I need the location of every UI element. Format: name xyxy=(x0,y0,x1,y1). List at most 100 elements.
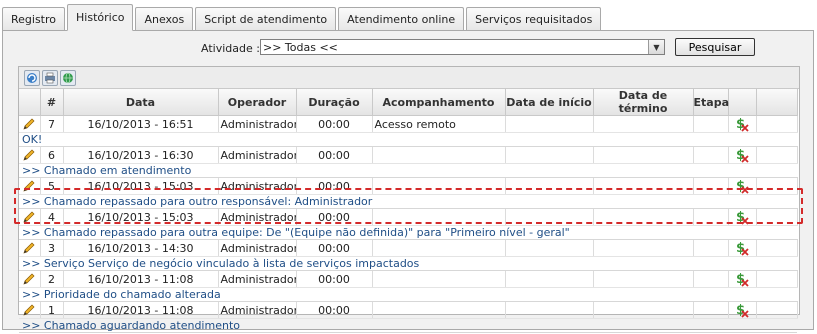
row-end-date xyxy=(593,301,694,319)
row-extra xyxy=(756,239,798,257)
row-note: >> Chamado aguardando atendimento xyxy=(19,318,797,333)
history-panel: Atividade : >> Todas << ▼ Pesquisar # Da… xyxy=(2,30,814,333)
edit-pencil-icon[interactable] xyxy=(19,270,41,288)
tab-atendimento-online[interactable]: Atendimento online xyxy=(338,7,465,31)
cost-delete-icon[interactable]: $ xyxy=(728,239,757,257)
row-followup xyxy=(372,301,506,319)
row-note-text: OK! xyxy=(19,132,797,147)
row-followup xyxy=(372,239,506,257)
row-start-date xyxy=(505,239,594,257)
edit-pencil-icon[interactable] xyxy=(19,177,41,195)
column-header[interactable] xyxy=(756,89,798,116)
table-row[interactable]: 3 16/10/2013 - 14:30 Administrador 00:00 $ xyxy=(19,239,798,257)
table-row[interactable]: 5 16/10/2013 - 15:03 Administrador 00:00 $ xyxy=(19,177,798,195)
row-start-date xyxy=(505,146,594,164)
row-note-text: >> Chamado em atendimento xyxy=(19,163,797,178)
row-stage xyxy=(693,239,729,257)
activity-label: Atividade : xyxy=(201,42,260,55)
cost-delete-icon[interactable]: $ xyxy=(728,208,757,226)
row-followup xyxy=(372,208,506,226)
refresh-icon[interactable] xyxy=(24,69,40,86)
edit-pencil-icon[interactable] xyxy=(19,115,41,133)
row-extra xyxy=(756,301,798,319)
cost-delete-icon[interactable]: $ xyxy=(728,177,757,195)
edit-pencil-icon[interactable] xyxy=(19,146,41,164)
cost-delete-icon[interactable]: $ xyxy=(728,301,757,319)
cost-delete-icon[interactable]: $ xyxy=(728,146,757,164)
row-note: OK! xyxy=(19,132,797,147)
row-date: 16/10/2013 - 11:08 xyxy=(63,301,219,319)
row-note: >> Chamado repassado para outra equipe: … xyxy=(19,225,797,240)
chevron-down-icon[interactable]: ▼ xyxy=(648,40,664,54)
table-row[interactable]: 1 16/10/2013 - 11:08 Administrador 00:00 $ xyxy=(19,301,798,319)
column-header[interactable] xyxy=(728,89,757,116)
row-stage xyxy=(693,177,729,195)
row-duration: 00:00 xyxy=(296,177,373,195)
row-note-text: >> Chamado repassado para outra equipe: … xyxy=(19,225,797,240)
row-extra xyxy=(756,270,798,288)
globe-icon[interactable] xyxy=(60,69,76,86)
row-date: 16/10/2013 - 11:08 xyxy=(63,270,219,288)
row-end-date xyxy=(593,208,694,226)
row-end-date xyxy=(593,146,694,164)
column-header[interactable]: Duração xyxy=(296,89,373,116)
row-number: 7 xyxy=(40,115,64,133)
print-icon[interactable] xyxy=(42,69,58,86)
table-row[interactable]: 4 16/10/2013 - 15:03 Administrador 00:00 $ xyxy=(19,208,798,226)
activity-select[interactable]: >> Todas << ▼ xyxy=(260,39,665,55)
row-date: 16/10/2013 - 14:30 xyxy=(63,239,219,257)
row-duration: 00:00 xyxy=(296,115,373,133)
tab-anexos[interactable]: Anexos xyxy=(135,7,194,31)
column-header[interactable]: # xyxy=(40,89,64,116)
row-stage xyxy=(693,146,729,164)
column-header[interactable]: Etapa xyxy=(693,89,729,116)
column-header[interactable]: Acompanhamento xyxy=(372,89,506,116)
row-followup xyxy=(372,146,506,164)
search-button[interactable]: Pesquisar xyxy=(675,38,755,56)
activity-select-value: >> Todas << xyxy=(263,40,338,54)
row-operator: Administrador xyxy=(218,208,297,226)
row-operator: Administrador xyxy=(218,115,297,133)
row-note-text: >> Chamado repassado para outro responsá… xyxy=(19,194,797,209)
column-header[interactable]: Data de término xyxy=(593,89,694,116)
row-duration: 00:00 xyxy=(296,239,373,257)
row-number: 1 xyxy=(40,301,64,319)
edit-pencil-icon[interactable] xyxy=(19,239,41,257)
table-row[interactable]: 2 16/10/2013 - 11:08 Administrador 00:00 $ xyxy=(19,270,798,288)
row-date: 16/10/2013 - 16:51 xyxy=(63,115,219,133)
row-start-date xyxy=(505,177,594,195)
row-extra xyxy=(756,115,798,133)
row-duration: 00:00 xyxy=(296,146,373,164)
row-stage xyxy=(693,301,729,319)
row-number: 6 xyxy=(40,146,64,164)
row-followup xyxy=(372,177,506,195)
row-duration: 00:00 xyxy=(296,208,373,226)
edit-pencil-icon[interactable] xyxy=(19,301,41,319)
row-note-text: >> Serviço Serviço de negócio vinculado … xyxy=(19,256,797,271)
row-end-date xyxy=(593,177,694,195)
tab-registro[interactable]: Registro xyxy=(2,7,66,31)
row-stage xyxy=(693,208,729,226)
column-header[interactable] xyxy=(19,89,41,116)
tab-bar: Registro Histórico Anexos Script de atendim… xyxy=(2,4,603,31)
column-header[interactable]: Data xyxy=(63,89,219,116)
row-stage xyxy=(693,115,729,133)
table-row[interactable]: 6 16/10/2013 - 16:30 Administrador 00:00 $ xyxy=(19,146,798,164)
row-note: >> Serviço Serviço de negócio vinculado … xyxy=(19,256,797,271)
row-number: 5 xyxy=(40,177,64,195)
activity-filter: Atividade : >> Todas << ▼ Pesquisar xyxy=(3,38,813,57)
tab-historico[interactable]: Histórico xyxy=(67,4,134,31)
row-note: >> Chamado em atendimento xyxy=(19,163,797,178)
row-extra xyxy=(756,146,798,164)
row-number: 2 xyxy=(40,270,64,288)
column-header[interactable]: Operador xyxy=(218,89,297,116)
cost-delete-icon[interactable]: $ xyxy=(728,270,757,288)
tab-script-de-atendimento[interactable]: Script de atendimento xyxy=(195,7,337,31)
edit-pencil-icon[interactable] xyxy=(19,208,41,226)
grid-toolbar xyxy=(19,67,799,89)
tab-servicos-requisitados[interactable]: Serviços requisitados xyxy=(466,7,602,31)
row-stage xyxy=(693,270,729,288)
cost-delete-icon[interactable]: $ xyxy=(728,115,757,133)
column-header[interactable]: Data de início xyxy=(505,89,594,116)
table-row[interactable]: 7 16/10/2013 - 16:51 Administrador 00:00 Ace… xyxy=(19,115,798,133)
